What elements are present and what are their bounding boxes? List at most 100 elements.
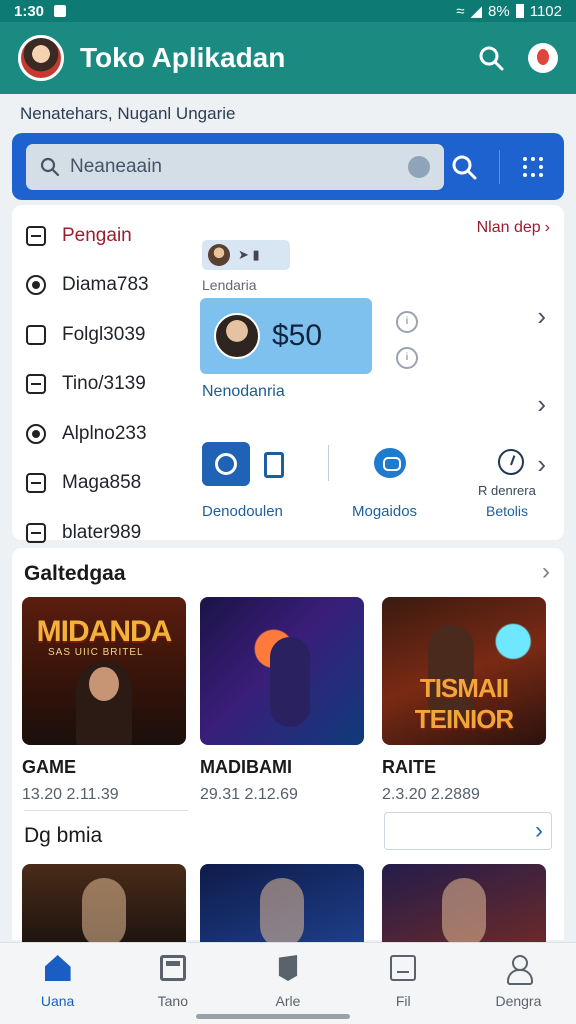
see-more-button[interactable]: › xyxy=(384,812,552,850)
more-link[interactable]: Nlan dep › xyxy=(477,219,550,237)
tool-label: R denrera xyxy=(478,483,536,498)
radio-icon xyxy=(26,275,46,296)
bottom-nav: Uana Tano Arle Fil Dengra xyxy=(0,942,576,1024)
chat-icon[interactable] xyxy=(374,448,406,478)
subsection-title: Dg bmia xyxy=(24,824,103,847)
doc-icon xyxy=(390,955,417,981)
nav-item-home[interactable]: Uana xyxy=(0,943,115,1024)
game-thumbnail[interactable] xyxy=(200,864,364,944)
search-tool-button[interactable] xyxy=(202,442,250,486)
home-indicator[interactable] xyxy=(196,1014,350,1019)
home-icon xyxy=(44,955,71,981)
game-thumbnail[interactable]: TISMAII TEINIOR xyxy=(382,597,546,745)
profile-avatar[interactable] xyxy=(528,43,558,73)
nav-label: Dengra xyxy=(495,993,542,1009)
search-input[interactable] xyxy=(70,155,370,178)
category-item[interactable]: Tino/3139 xyxy=(26,360,196,410)
info-icon[interactable]: i xyxy=(396,311,418,333)
doc-icon xyxy=(26,473,46,494)
tool-label: Mogaidos xyxy=(352,503,418,520)
game-thumbnail[interactable] xyxy=(382,864,546,944)
category-label: blater989 xyxy=(62,521,142,543)
search-submit-icon[interactable] xyxy=(451,154,477,180)
tool-label: Betolis xyxy=(486,503,529,519)
game-meta: 29.31 2.12.69 xyxy=(200,786,298,803)
avatar xyxy=(208,244,230,266)
doc-icon xyxy=(26,225,46,246)
status-right: ≈ ◢ 8% 1102 xyxy=(456,2,562,21)
game-name: GAME xyxy=(22,757,76,777)
doc-icon xyxy=(26,374,46,395)
game-meta: 13.20 2.11.39 xyxy=(22,786,119,803)
game-thumbnail[interactable]: MIDANDA SAS UIIC BRITEL xyxy=(22,597,186,745)
tv-icon xyxy=(159,955,186,981)
chevron-right-icon[interactable]: › xyxy=(542,558,550,586)
clock-icon[interactable] xyxy=(498,449,524,475)
promo-price: $50 xyxy=(272,319,323,352)
chevron-right-icon: › xyxy=(544,219,550,236)
category-label: Diama783 xyxy=(62,274,149,296)
category-item[interactable]: Diama783 xyxy=(26,261,196,311)
games-section: Galtedgaa › MIDANDA SAS UIIC BRITEL GAME… xyxy=(12,548,564,944)
nav-label: Uana xyxy=(40,993,75,1009)
game-card[interactable]: MIDANDA SAS UIIC BRITEL GAME 13.20 2.11.… xyxy=(22,597,186,804)
search-icon[interactable] xyxy=(478,45,504,71)
nav-item-fil[interactable]: Fil xyxy=(346,943,461,1024)
search-box[interactable] xyxy=(26,143,444,190)
nav-item-tano[interactable]: Tano xyxy=(115,943,230,1024)
location-subtitle: Nenatehars, Nuganl Ungarie xyxy=(20,104,236,123)
category-item[interactable]: Maga858 xyxy=(26,459,196,509)
info-icon[interactable]: i xyxy=(396,347,418,369)
search-actions xyxy=(451,149,550,184)
game-name: RAITE xyxy=(382,757,436,777)
grid-menu-icon[interactable] xyxy=(522,156,544,178)
arrow-icon: ➤ ▮ xyxy=(238,247,260,262)
status-clock-right: 1102 xyxy=(529,2,562,20)
pen-icon xyxy=(278,955,298,981)
promo-tile[interactable]: $50 xyxy=(200,298,372,374)
chevron-right-icon[interactable]: › xyxy=(537,451,546,477)
category-card: Pengain Diama783 Folgl3039 Tino/3139 Alp… xyxy=(12,205,564,543)
section-title: Galtedgaa xyxy=(24,562,126,585)
search-icon xyxy=(40,157,60,176)
game-card[interactable]: MADIBAMI 29.31 2.12.69 xyxy=(200,597,364,804)
nav-label: Fil xyxy=(395,993,411,1009)
nav-label: Arle xyxy=(275,993,301,1009)
category-item[interactable]: Alplno233 xyxy=(26,409,196,459)
app-logo[interactable] xyxy=(18,35,64,81)
app-title: Toko Aplikadan xyxy=(80,42,286,73)
avatar xyxy=(214,313,260,359)
voice-search-icon[interactable] xyxy=(408,155,430,178)
more-link-label: Nlan dep xyxy=(476,219,541,236)
nav-item-dengra[interactable]: Dengra xyxy=(461,943,576,1024)
clipboard-icon[interactable] xyxy=(258,442,306,486)
battery-percent: 8% xyxy=(488,2,510,20)
notification-icon xyxy=(54,5,67,17)
status-bar: 1:30 ≈ ◢ 8% 1102 xyxy=(0,0,576,22)
chevron-right-icon[interactable]: › xyxy=(537,391,546,417)
category-item[interactable]: Folgl3039 xyxy=(26,310,196,360)
tool-label: Denodoulen xyxy=(202,503,283,520)
game-banner-sub: SAS UIIC BRITEL xyxy=(48,647,144,658)
category-list: Pengain Diama783 Folgl3039 Tino/3139 Alp… xyxy=(26,211,196,558)
featured-panel: ➤ ▮ Lendaria $50 i i Nenodanria Denodoul… xyxy=(200,205,552,540)
chevron-right-icon[interactable]: › xyxy=(537,303,546,329)
chevron-right-icon: › xyxy=(535,817,543,844)
category-label: Pengain xyxy=(62,224,132,246)
category-label: Alplno233 xyxy=(62,422,147,444)
search-bar xyxy=(12,133,564,200)
game-thumbnail[interactable] xyxy=(200,597,364,745)
game-thumbnail[interactable] xyxy=(22,864,186,944)
game-banner: TISMAII TEINIOR xyxy=(414,673,514,734)
category-label: Tino/3139 xyxy=(62,373,146,395)
game-card[interactable]: TISMAII TEINIOR RAITE 2.3.20 2.2889 xyxy=(382,597,546,804)
checkbox-icon xyxy=(26,324,46,345)
doc-icon xyxy=(26,522,46,543)
game-meta: 2.3.20 2.2889 xyxy=(382,786,480,803)
search-divider xyxy=(499,149,500,184)
user-chip[interactable]: ➤ ▮ xyxy=(202,240,290,270)
category-item[interactable]: Pengain xyxy=(26,211,196,261)
nav-item-arle[interactable]: Arle xyxy=(230,943,345,1024)
app-actions xyxy=(478,43,558,73)
divider xyxy=(328,445,329,481)
